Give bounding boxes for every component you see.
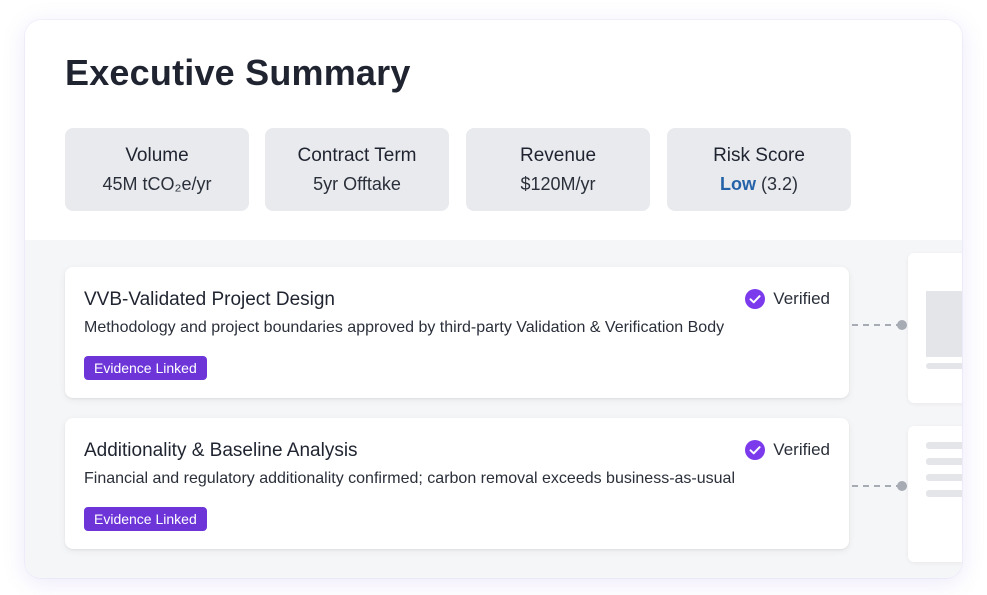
text-lines-icon — [908, 426, 962, 562]
check-circle-icon — [745, 440, 766, 460]
metric-volume: Volume 45M tCO₂e/yr — [65, 128, 249, 211]
executive-summary-card: Executive Summary Volume 45M tCO₂e/yr Co… — [25, 20, 962, 578]
document-icon — [908, 253, 962, 403]
metric-value: Low (3.2) — [667, 174, 851, 195]
evidence-section: VVB-Validated Project Design Verified Me… — [25, 240, 962, 578]
connector-dot — [897, 481, 907, 491]
metric-revenue: Revenue $120M/yr — [466, 128, 650, 211]
evidence-description: Financial and regulatory additionality c… — [84, 470, 736, 487]
metric-label: Contract Term — [297, 145, 417, 166]
check-circle-icon — [745, 289, 766, 309]
evidence-title: Additionality & Baseline Analysis — [84, 440, 358, 461]
evidence-card[interactable]: VVB-Validated Project Design Verified Me… — [65, 267, 849, 398]
connector-line — [852, 324, 902, 328]
metric-value: 5yr Offtake — [313, 174, 401, 194]
metric-value: $120M/yr — [520, 174, 596, 194]
verified-status: Verified — [745, 440, 830, 460]
risk-level: Low — [719, 174, 756, 194]
evidence-card[interactable]: Additionality & Baseline Analysis Verifi… — [65, 418, 849, 549]
connector-line — [852, 485, 902, 489]
metric-contract-term: Contract Term 5yr Offtake — [265, 128, 449, 211]
evidence-description: Methodology and project boundaries appro… — [84, 319, 725, 336]
evidence-linked-badge[interactable]: Evidence Linked — [84, 356, 207, 380]
metric-label: Revenue — [519, 145, 597, 166]
risk-score: (3.2) — [761, 174, 799, 194]
verified-status: Verified — [745, 289, 830, 309]
evidence-linked-badge[interactable]: Evidence Linked — [84, 507, 207, 531]
page-title: Executive Summary — [65, 52, 411, 93]
metric-risk-score: Risk Score Low (3.2) — [667, 128, 851, 211]
verified-label: Verified — [773, 289, 830, 308]
evidence-title: VVB-Validated Project Design — [84, 289, 335, 310]
verified-label: Verified — [773, 440, 830, 459]
metric-value: 45M tCO₂e/yr — [102, 174, 212, 194]
connector-dot — [897, 320, 907, 330]
metric-label: Risk Score — [713, 145, 805, 166]
metric-label: Volume — [125, 145, 189, 166]
